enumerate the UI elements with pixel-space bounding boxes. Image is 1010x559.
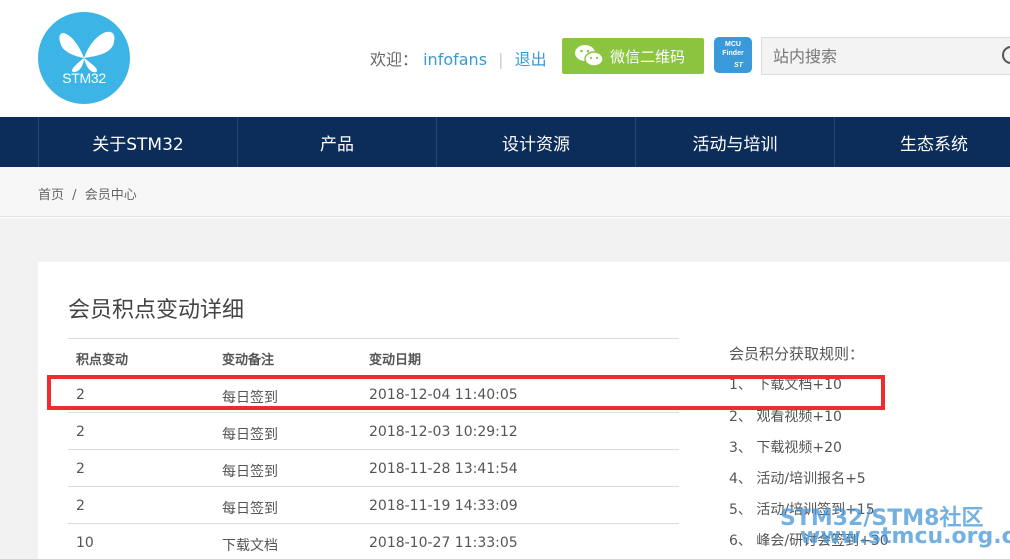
points-cell: 2 — [76, 498, 85, 514]
st-brand-icon: ST — [734, 62, 743, 69]
welcome-label: 欢迎： — [370, 50, 419, 69]
welcome-separator: | — [498, 50, 504, 69]
username-link[interactable]: infofans — [423, 50, 487, 69]
nav-item-ecosystem[interactable]: 生态系统 — [834, 117, 1010, 167]
breadcrumb-bar: 首页 / 会员中心 — [0, 167, 1010, 217]
site-search — [761, 37, 1010, 75]
points-cell: 2 — [76, 424, 85, 440]
main-nav: 关于STM32 产品 设计资源 活动与培训 生态系统 — [0, 117, 1010, 167]
breadcrumb: 首页 / 会员中心 — [38, 184, 137, 203]
page-title: 会员积点变动详细 — [68, 298, 245, 323]
mcu-badge-line2: Finder — [722, 50, 744, 57]
wechat-icon — [574, 43, 604, 69]
date-cell: 2018-12-03 10:29:12 — [369, 424, 518, 440]
table-row: 2 每日签到 2018-11-19 14:33:09 — [68, 486, 679, 523]
note-cell: 下载文档 — [222, 538, 278, 554]
table-header: 积点变动 变动备注 变动日期 — [68, 338, 679, 375]
search-icon[interactable] — [1002, 46, 1010, 64]
table-row: 2 每日签到 2018-11-28 13:41:54 — [68, 449, 679, 486]
date-cell: 2018-11-28 13:41:54 — [369, 461, 518, 477]
nav-item-events-training[interactable]: 活动与培训 — [635, 117, 834, 167]
header-change-date: 变动日期 — [369, 353, 422, 368]
header-change-note: 变动备注 — [222, 353, 275, 368]
wechat-qr-button[interactable]: 微信二维码 — [562, 38, 704, 74]
breadcrumb-separator: / — [72, 188, 77, 203]
mcu-finder-badge[interactable]: MCU Finder ST — [714, 37, 752, 73]
logo-text: STM32 — [62, 70, 106, 86]
header-points-change: 积点变动 — [76, 353, 129, 368]
points-cell: 2 — [76, 461, 85, 477]
rules-title: 会员积分获取规则： — [729, 345, 865, 363]
site-header: STM32 欢迎： infofans | 退出 微信二维码 MCU Finder… — [0, 0, 1010, 117]
mcu-badge-line1: MCU — [725, 41, 741, 48]
points-rules: 会员积分获取规则： 1、 下载文档+10 2、 观看视频+10 3、 下载视频+… — [729, 343, 1010, 549]
table-row: 2 每日签到 2018-12-03 10:29:12 — [68, 412, 679, 449]
date-cell: 2018-11-19 14:33:09 — [369, 498, 518, 514]
date-cell: 2018-10-27 11:33:05 — [369, 535, 518, 551]
rule-item: 3、 下载视频+20 — [729, 440, 842, 456]
wechat-label: 微信二维码 — [610, 47, 686, 66]
nav-item-products[interactable]: 产品 — [237, 117, 436, 167]
welcome-bar: 欢迎： infofans | 退出 — [370, 46, 547, 70]
watermark-line2: www.stmcu.org.cn — [800, 524, 1010, 549]
note-cell: 每日签到 — [222, 464, 278, 480]
highlight-box — [47, 375, 885, 410]
table-row: 10 下载文档 2018-10-27 11:33:05 — [68, 523, 679, 559]
note-cell: 每日签到 — [222, 501, 278, 517]
butterfly-icon — [59, 31, 115, 73]
nav-item-about[interactable]: 关于STM32 — [38, 117, 237, 167]
breadcrumb-current[interactable]: 会员中心 — [85, 188, 137, 203]
stm32-logo[interactable]: STM32 — [38, 12, 130, 104]
breadcrumb-home[interactable]: 首页 — [38, 188, 64, 203]
nav-item-design-resources[interactable]: 设计资源 — [436, 117, 635, 167]
points-cell: 10 — [76, 535, 94, 551]
logout-link[interactable]: 退出 — [515, 50, 547, 69]
search-input[interactable] — [762, 38, 992, 74]
note-cell: 每日签到 — [222, 427, 278, 443]
rule-item: 4、 活动/培训报名+5 — [729, 471, 866, 487]
